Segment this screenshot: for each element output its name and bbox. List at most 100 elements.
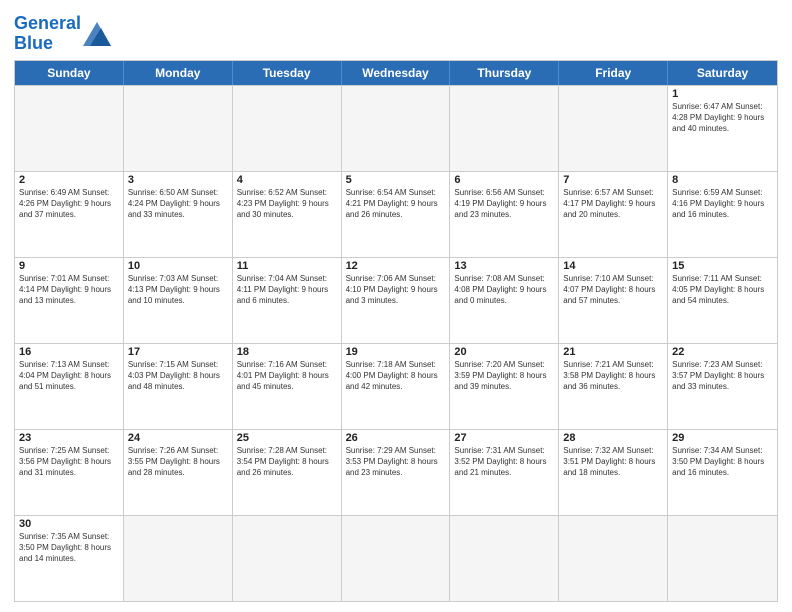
day-number: 9 [19, 260, 119, 272]
day-number: 11 [237, 260, 337, 272]
cal-row-0: 1Sunrise: 6:47 AM Sunset: 4:28 PM Daylig… [15, 85, 777, 171]
cal-cell [15, 86, 124, 171]
day-info: Sunrise: 7:31 AM Sunset: 3:52 PM Dayligh… [454, 445, 554, 479]
day-number: 23 [19, 432, 119, 444]
day-number: 12 [346, 260, 446, 272]
day-number: 19 [346, 346, 446, 358]
day-number: 1 [672, 88, 773, 100]
header-day-sunday: Sunday [15, 61, 124, 85]
day-number: 18 [237, 346, 337, 358]
day-number: 15 [672, 260, 773, 272]
logo-blue-text: Blue [14, 33, 53, 53]
day-info: Sunrise: 7:34 AM Sunset: 3:50 PM Dayligh… [672, 445, 773, 479]
logo-general: General [14, 13, 81, 33]
header-day-thursday: Thursday [450, 61, 559, 85]
day-info: Sunrise: 7:28 AM Sunset: 3:54 PM Dayligh… [237, 445, 337, 479]
logo: General Blue [14, 14, 111, 54]
day-number: 14 [563, 260, 663, 272]
day-info: Sunrise: 7:23 AM Sunset: 3:57 PM Dayligh… [672, 359, 773, 393]
day-info: Sunrise: 7:03 AM Sunset: 4:13 PM Dayligh… [128, 273, 228, 307]
day-number: 4 [237, 174, 337, 186]
day-info: Sunrise: 7:32 AM Sunset: 3:51 PM Dayligh… [563, 445, 663, 479]
day-info: Sunrise: 7:06 AM Sunset: 4:10 PM Dayligh… [346, 273, 446, 307]
cal-cell: 23Sunrise: 7:25 AM Sunset: 3:56 PM Dayli… [15, 430, 124, 515]
day-info: Sunrise: 6:57 AM Sunset: 4:17 PM Dayligh… [563, 187, 663, 221]
cal-cell: 24Sunrise: 7:26 AM Sunset: 3:55 PM Dayli… [124, 430, 233, 515]
cal-cell: 13Sunrise: 7:08 AM Sunset: 4:08 PM Dayli… [450, 258, 559, 343]
calendar: SundayMondayTuesdayWednesdayThursdayFrid… [14, 60, 778, 602]
day-number: 6 [454, 174, 554, 186]
cal-row-5: 30Sunrise: 7:35 AM Sunset: 3:50 PM Dayli… [15, 515, 777, 601]
day-info: Sunrise: 7:18 AM Sunset: 4:00 PM Dayligh… [346, 359, 446, 393]
logo-blue: Blue [14, 33, 53, 53]
day-number: 10 [128, 260, 228, 272]
day-number: 5 [346, 174, 446, 186]
cal-cell: 7Sunrise: 6:57 AM Sunset: 4:17 PM Daylig… [559, 172, 668, 257]
day-info: Sunrise: 7:16 AM Sunset: 4:01 PM Dayligh… [237, 359, 337, 393]
day-info: Sunrise: 6:52 AM Sunset: 4:23 PM Dayligh… [237, 187, 337, 221]
cal-cell: 15Sunrise: 7:11 AM Sunset: 4:05 PM Dayli… [668, 258, 777, 343]
day-info: Sunrise: 7:10 AM Sunset: 4:07 PM Dayligh… [563, 273, 663, 307]
calendar-body: 1Sunrise: 6:47 AM Sunset: 4:28 PM Daylig… [15, 85, 777, 601]
day-info: Sunrise: 7:01 AM Sunset: 4:14 PM Dayligh… [19, 273, 119, 307]
day-info: Sunrise: 7:21 AM Sunset: 3:58 PM Dayligh… [563, 359, 663, 393]
day-info: Sunrise: 7:08 AM Sunset: 4:08 PM Dayligh… [454, 273, 554, 307]
header-day-wednesday: Wednesday [342, 61, 451, 85]
cal-cell: 3Sunrise: 6:50 AM Sunset: 4:24 PM Daylig… [124, 172, 233, 257]
header-day-saturday: Saturday [668, 61, 777, 85]
day-number: 28 [563, 432, 663, 444]
day-number: 2 [19, 174, 119, 186]
cal-cell [450, 516, 559, 601]
cal-cell: 6Sunrise: 6:56 AM Sunset: 4:19 PM Daylig… [450, 172, 559, 257]
cal-cell: 11Sunrise: 7:04 AM Sunset: 4:11 PM Dayli… [233, 258, 342, 343]
day-info: Sunrise: 7:04 AM Sunset: 4:11 PM Dayligh… [237, 273, 337, 307]
cal-cell: 17Sunrise: 7:15 AM Sunset: 4:03 PM Dayli… [124, 344, 233, 429]
cal-cell [124, 516, 233, 601]
cal-cell: 1Sunrise: 6:47 AM Sunset: 4:28 PM Daylig… [668, 86, 777, 171]
cal-cell [559, 86, 668, 171]
cal-cell [342, 86, 451, 171]
day-info: Sunrise: 7:35 AM Sunset: 3:50 PM Dayligh… [19, 531, 119, 565]
day-number: 17 [128, 346, 228, 358]
day-number: 30 [19, 518, 119, 530]
day-number: 27 [454, 432, 554, 444]
header: General Blue [14, 10, 778, 54]
cal-cell: 9Sunrise: 7:01 AM Sunset: 4:14 PM Daylig… [15, 258, 124, 343]
day-info: Sunrise: 6:49 AM Sunset: 4:26 PM Dayligh… [19, 187, 119, 221]
cal-cell [233, 86, 342, 171]
cal-cell [668, 516, 777, 601]
day-info: Sunrise: 7:13 AM Sunset: 4:04 PM Dayligh… [19, 359, 119, 393]
cal-cell: 21Sunrise: 7:21 AM Sunset: 3:58 PM Dayli… [559, 344, 668, 429]
day-number: 13 [454, 260, 554, 272]
cal-cell [450, 86, 559, 171]
cal-row-3: 16Sunrise: 7:13 AM Sunset: 4:04 PM Dayli… [15, 343, 777, 429]
header-day-friday: Friday [559, 61, 668, 85]
cal-cell: 4Sunrise: 6:52 AM Sunset: 4:23 PM Daylig… [233, 172, 342, 257]
day-number: 3 [128, 174, 228, 186]
day-info: Sunrise: 6:50 AM Sunset: 4:24 PM Dayligh… [128, 187, 228, 221]
cal-cell [559, 516, 668, 601]
page: General Blue SundayMondayTuesdayWednesda… [0, 0, 792, 612]
logo-text: General [14, 13, 81, 33]
day-number: 22 [672, 346, 773, 358]
day-info: Sunrise: 7:15 AM Sunset: 4:03 PM Dayligh… [128, 359, 228, 393]
logo-icon [83, 22, 111, 46]
day-info: Sunrise: 7:26 AM Sunset: 3:55 PM Dayligh… [128, 445, 228, 479]
day-number: 25 [237, 432, 337, 444]
cal-cell: 22Sunrise: 7:23 AM Sunset: 3:57 PM Dayli… [668, 344, 777, 429]
cal-cell: 25Sunrise: 7:28 AM Sunset: 3:54 PM Dayli… [233, 430, 342, 515]
day-info: Sunrise: 7:11 AM Sunset: 4:05 PM Dayligh… [672, 273, 773, 307]
cal-cell: 5Sunrise: 6:54 AM Sunset: 4:21 PM Daylig… [342, 172, 451, 257]
day-info: Sunrise: 6:59 AM Sunset: 4:16 PM Dayligh… [672, 187, 773, 221]
day-info: Sunrise: 6:54 AM Sunset: 4:21 PM Dayligh… [346, 187, 446, 221]
cal-cell: 16Sunrise: 7:13 AM Sunset: 4:04 PM Dayli… [15, 344, 124, 429]
cal-row-4: 23Sunrise: 7:25 AM Sunset: 3:56 PM Dayli… [15, 429, 777, 515]
cal-row-1: 2Sunrise: 6:49 AM Sunset: 4:26 PM Daylig… [15, 171, 777, 257]
cal-row-2: 9Sunrise: 7:01 AM Sunset: 4:14 PM Daylig… [15, 257, 777, 343]
day-number: 20 [454, 346, 554, 358]
day-number: 26 [346, 432, 446, 444]
cal-cell: 27Sunrise: 7:31 AM Sunset: 3:52 PM Dayli… [450, 430, 559, 515]
cal-cell [342, 516, 451, 601]
cal-cell: 2Sunrise: 6:49 AM Sunset: 4:26 PM Daylig… [15, 172, 124, 257]
day-number: 24 [128, 432, 228, 444]
